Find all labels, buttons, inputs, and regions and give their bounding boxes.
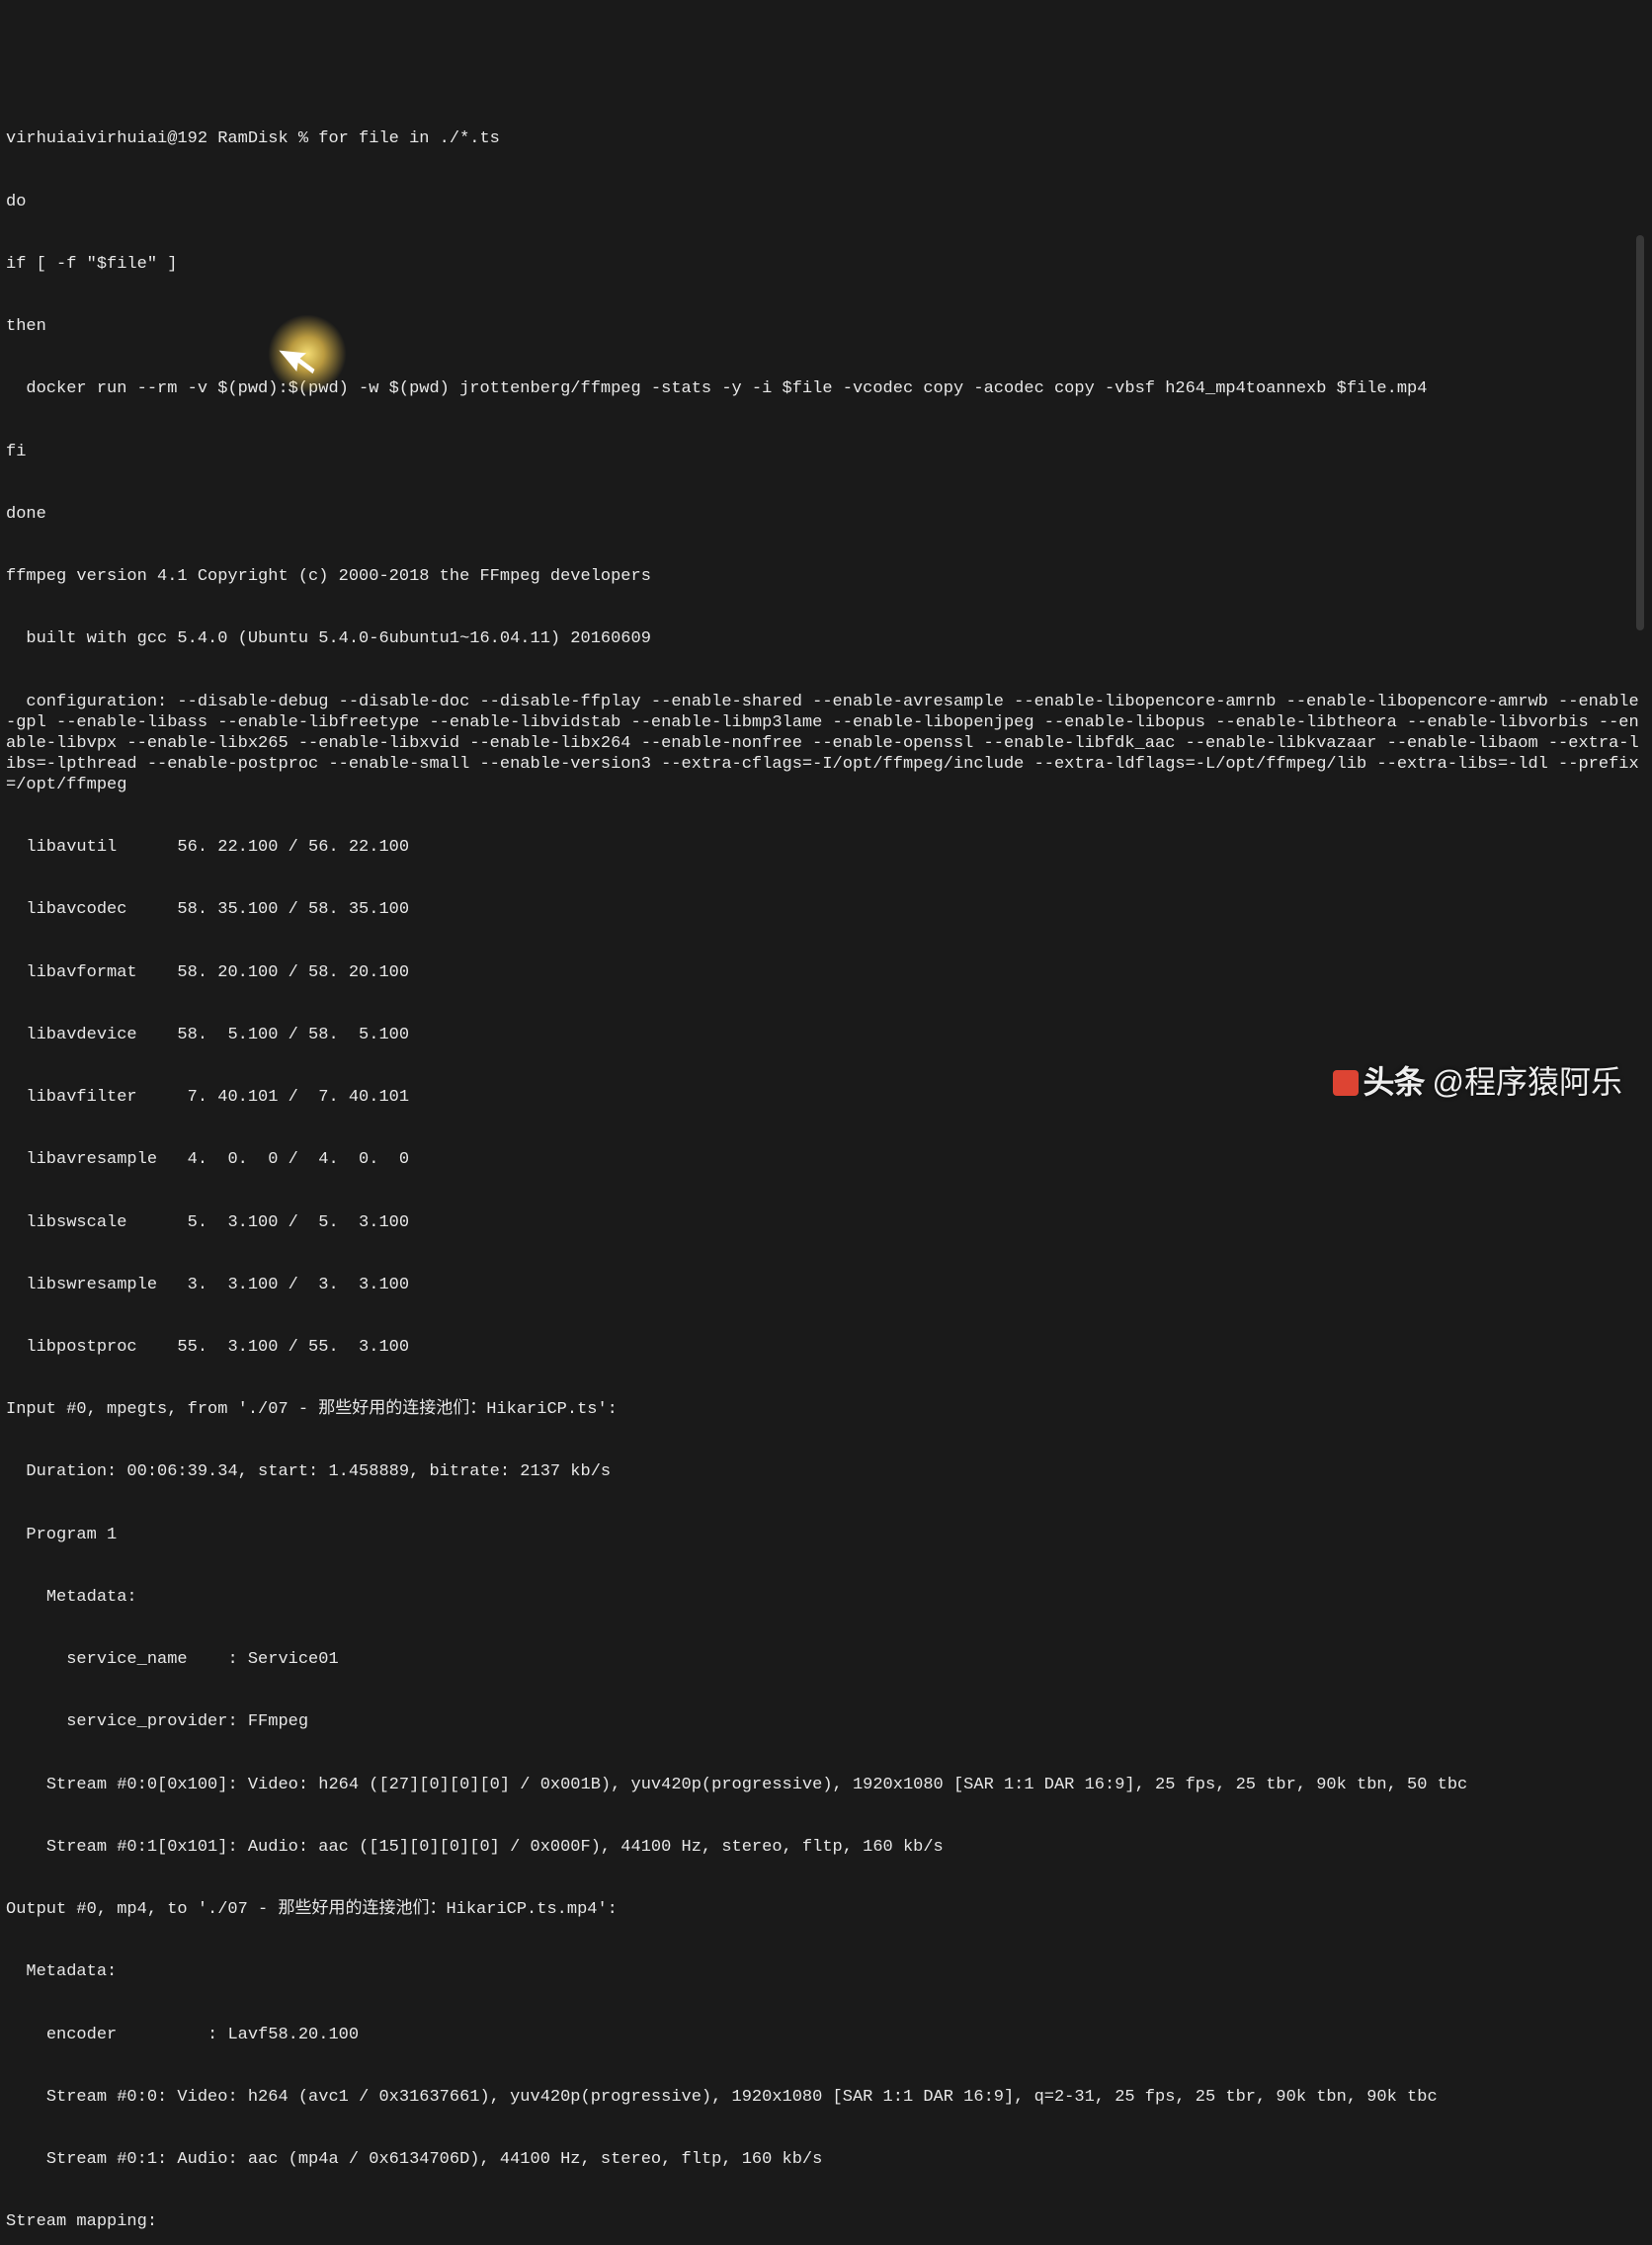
terminal-line: libswscale 5. 3.100 / 5. 3.100 bbox=[6, 1212, 1646, 1233]
terminal-line: libavformat 58. 20.100 / 58. 20.100 bbox=[6, 962, 1646, 983]
watermark-handle: @程序猿阿乐 bbox=[1433, 1063, 1623, 1103]
terminal-line: Stream mapping: bbox=[6, 2211, 1646, 2232]
terminal-line: libpostproc 55. 3.100 / 55. 3.100 bbox=[6, 1337, 1646, 1358]
watermark: 头条 @程序猿阿乐 bbox=[1333, 1063, 1622, 1103]
terminal-line: service_provider: FFmpeg bbox=[6, 1711, 1646, 1732]
scrollbar[interactable] bbox=[1636, 235, 1644, 630]
terminal-output[interactable]: virhuiaivirhuiai@192 RamDisk % for file … bbox=[6, 87, 1646, 1202]
terminal-line: do bbox=[6, 192, 1646, 212]
terminal-line: libavcodec 58. 35.100 / 58. 35.100 bbox=[6, 899, 1646, 920]
terminal-line: built with gcc 5.4.0 (Ubuntu 5.4.0-6ubun… bbox=[6, 628, 1646, 649]
terminal-line: Program 1 bbox=[6, 1525, 1646, 1545]
watermark-logo-icon: 头条 bbox=[1333, 1063, 1424, 1103]
terminal-line: Stream #0:0[0x100]: Video: h264 ([27][0]… bbox=[6, 1775, 1646, 1795]
terminal-line: Metadata: bbox=[6, 1961, 1646, 1982]
terminal-line: libavresample 4. 0. 0 / 4. 0. 0 bbox=[6, 1149, 1646, 1170]
terminal-line: Stream #0:1[0x101]: Audio: aac ([15][0][… bbox=[6, 1837, 1646, 1858]
terminal-line: libavutil 56. 22.100 / 56. 22.100 bbox=[6, 837, 1646, 858]
terminal-line: Stream #0:1: Audio: aac (mp4a / 0x613470… bbox=[6, 2149, 1646, 2170]
terminal-line: docker run --rm -v $(pwd):$(pwd) -w $(pw… bbox=[6, 378, 1646, 399]
terminal-line: Metadata: bbox=[6, 1587, 1646, 1608]
terminal-line: virhuiaivirhuiai@192 RamDisk % for file … bbox=[6, 128, 1646, 149]
terminal-line: service_name : Service01 bbox=[6, 1649, 1646, 1670]
terminal-line: done bbox=[6, 504, 1646, 525]
terminal-line: configuration: --disable-debug --disable… bbox=[6, 692, 1646, 795]
watermark-brand: 头条 bbox=[1363, 1063, 1424, 1103]
terminal-line: Stream #0:0: Video: h264 (avc1 / 0x31637… bbox=[6, 2087, 1646, 2108]
terminal-line: ffmpeg version 4.1 Copyright (c) 2000-20… bbox=[6, 566, 1646, 587]
terminal-line: fi bbox=[6, 442, 1646, 462]
terminal-line: if [ -f "$file" ] bbox=[6, 254, 1646, 275]
terminal-line: encoder : Lavf58.20.100 bbox=[6, 2025, 1646, 2045]
terminal-line: Output #0, mp4, to './07 - 那些好用的连接池们：Hik… bbox=[6, 1899, 1646, 1920]
terminal-line: then bbox=[6, 316, 1646, 337]
terminal-line: libswresample 3. 3.100 / 3. 3.100 bbox=[6, 1275, 1646, 1295]
terminal-line: Input #0, mpegts, from './07 - 那些好用的连接池们… bbox=[6, 1399, 1646, 1420]
terminal-line: libavdevice 58. 5.100 / 58. 5.100 bbox=[6, 1025, 1646, 1045]
terminal-line: Duration: 00:06:39.34, start: 1.458889, … bbox=[6, 1461, 1646, 1482]
